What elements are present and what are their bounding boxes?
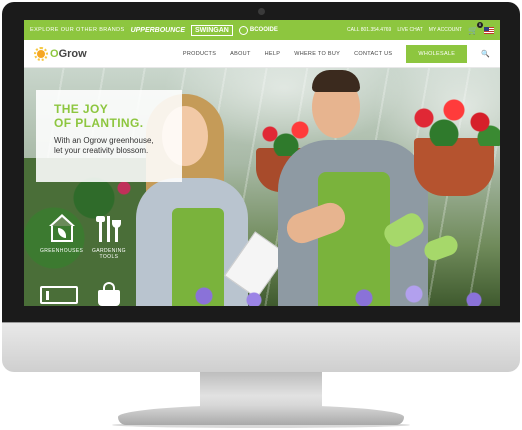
main-navbar: OGrow PRODUCTS ABOUT HELP WHERE TO BUY C…	[24, 40, 500, 68]
bcooide-logo-icon	[238, 25, 248, 35]
nav-products[interactable]: PRODUCTS	[183, 51, 216, 57]
gardening-tools-icon	[94, 214, 124, 244]
hero-banner: THE JOY OF PLANTING. With an Ogrow green…	[24, 68, 500, 306]
sun-logo-icon	[34, 46, 48, 61]
camera-icon	[258, 8, 265, 15]
ogrow-logo[interactable]: OGrow	[34, 46, 87, 61]
brand-link-bcooide[interactable]: BCOOIDE	[238, 25, 278, 35]
search-icon[interactable]: 🔍	[481, 50, 490, 58]
hero-title: THE JOY OF PLANTING.	[54, 102, 144, 130]
nav-about[interactable]: ABOUT	[230, 51, 250, 57]
cart-count-badge: 0	[477, 21, 483, 28]
nav-contact-us[interactable]: CONTACT US	[354, 51, 392, 57]
brand-link-swingan[interactable]: SWINGAN	[191, 24, 233, 36]
category-label: GARDENING TOOLS	[92, 248, 126, 260]
purple-flowers-foreground	[174, 282, 500, 306]
flower-pot-hanging	[414, 138, 494, 196]
shopping-cart-icon[interactable]: 🛒 0	[468, 21, 483, 35]
nav-where-to-buy[interactable]: WHERE TO BUY	[294, 51, 340, 57]
nav-wholesale-button[interactable]: WHOLESALE	[406, 44, 468, 63]
apron-icon[interactable]	[96, 282, 122, 306]
category-label: GREENHOUSES	[40, 248, 84, 254]
greenhouse-icon	[47, 214, 77, 244]
category-greenhouses[interactable]: GREENHOUSES	[40, 214, 83, 254]
monitor-screen: EXPLORE OUR OTHER BRANDS UPPERBOUNCE SWI…	[24, 20, 500, 306]
brand-link-upperbounce[interactable]: UPPERBOUNCE	[131, 27, 185, 34]
explore-brands-label: EXPLORE OUR OTHER BRANDS	[30, 27, 125, 33]
brands-topbar: EXPLORE OUR OTHER BRANDS UPPERBOUNCE SWI…	[24, 20, 500, 40]
my-account-link[interactable]: MY ACCOUNT	[429, 27, 462, 33]
monitor-chin	[2, 322, 520, 372]
brand-label-bcooide: BCOOIDE	[249, 27, 278, 33]
category-gardening-tools[interactable]: GARDENING TOOLS	[92, 214, 126, 260]
logo-text: OGrow	[50, 47, 87, 60]
nav-help[interactable]: HELP	[265, 51, 281, 57]
hero-subtitle: With an Ogrow greenhouse, let your creat…	[54, 136, 154, 155]
accessories-icon[interactable]	[40, 286, 78, 304]
man-hair	[312, 70, 360, 92]
call-phone-link[interactable]: CALL 801.354.4769	[347, 27, 391, 33]
us-flag-icon[interactable]	[484, 26, 494, 34]
live-chat-link[interactable]: LIVE CHAT	[397, 27, 422, 33]
monitor-stand-foot	[118, 405, 404, 425]
nav-links: PRODUCTS ABOUT HELP WHERE TO BUY CONTACT…	[183, 44, 490, 63]
hero-text-card: THE JOY OF PLANTING. With an Ogrow green…	[36, 90, 182, 182]
red-flowers-hanging	[404, 98, 500, 146]
